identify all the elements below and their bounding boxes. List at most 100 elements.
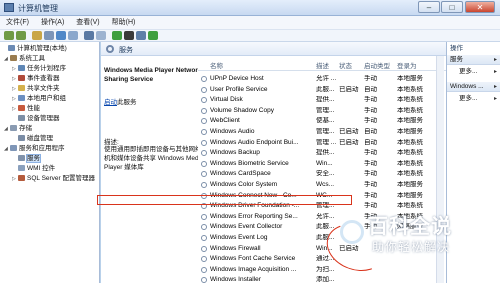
tree-item-computer-management[interactable]: 计算机管理(本地)	[2, 44, 67, 53]
sql-icon	[18, 175, 25, 181]
tree-item-storage[interactable]: ◢ 存储	[4, 124, 32, 133]
tree-item-sql-server[interactable]: ▷ SQL Server 配置管理器	[12, 174, 95, 183]
start-service-link[interactable]: 启动	[104, 99, 117, 106]
properties-icon[interactable]	[44, 31, 54, 40]
window-title: 计算机管理	[18, 4, 58, 13]
table-row[interactable]: UPnP Device Host 允许 ... 手动 本地服务	[198, 75, 446, 83]
table-row[interactable]: User Profile Service 此服... 已启动 自动 本地系统	[198, 86, 446, 94]
table-row[interactable]: WebClient 使基... 手动 本地服务	[198, 117, 446, 125]
pause-service-icon[interactable]	[136, 31, 146, 40]
cell-desc: 管理...	[316, 106, 335, 114]
actions-section-services[interactable]: 服务 ▸	[447, 55, 500, 65]
actions-header: 操作	[450, 45, 463, 52]
refresh-icon[interactable]	[56, 31, 66, 40]
stop-service-icon[interactable]	[124, 31, 134, 40]
service-gear-icon	[201, 118, 207, 125]
wmi-icon	[18, 165, 25, 171]
close-button[interactable]: ✕	[465, 1, 495, 13]
column-status[interactable]: 状态	[339, 62, 352, 71]
disk-icon	[18, 135, 25, 141]
collapse-arrow-icon[interactable]: ▸	[494, 55, 497, 65]
cell-logon: 本地系统	[397, 96, 423, 104]
collapse-arrow-icon[interactable]: ▸	[494, 82, 497, 92]
minimize-button[interactable]: –	[418, 1, 440, 13]
back-icon[interactable]	[4, 31, 14, 40]
table-row[interactable]: Windows Image Acquisition ... 为扫...	[198, 266, 446, 274]
column-startup-type[interactable]: 启动类型	[364, 62, 390, 71]
table-row[interactable]: Windows Biometric Service Win... 手动 本地系统	[198, 160, 446, 168]
cell-startup: 手动	[364, 170, 377, 178]
cell-startup: 手动	[364, 96, 377, 104]
tree-item-local-users[interactable]: ▷ 本地用户和组	[12, 94, 66, 103]
description-panel: Windows Media Player Network Sharing Ser…	[101, 56, 215, 283]
tree-item-services[interactable]: 服务	[12, 154, 41, 163]
cell-desc: 使基...	[316, 117, 335, 125]
forward-icon[interactable]	[16, 31, 26, 40]
tree-item-wmi-control[interactable]: WMI 控件	[12, 164, 55, 173]
table-row[interactable]: Volume Shadow Copy 管理... 手动 本地系统	[198, 107, 446, 115]
table-row[interactable]: Windows Backup 提供... 手动 本地系统	[198, 149, 446, 157]
title-bar: 计算机管理 – □ ✕	[0, 0, 500, 16]
cell-name: User Profile Service	[210, 85, 268, 93]
service-gear-icon	[201, 86, 207, 93]
table-row[interactable]: Windows Audio 管理... 已启动 自动 本地服务	[198, 128, 446, 136]
service-gear-icon	[201, 171, 207, 178]
cell-name: Windows Backup	[210, 149, 260, 157]
actions-more-services[interactable]: 更多... ▸	[447, 67, 500, 77]
menu-bar: 文件(F) 操作(A) 查看(V) 帮助(H)	[0, 16, 500, 30]
column-description[interactable]: 描述	[316, 62, 329, 71]
device-icon	[18, 115, 25, 121]
cell-desc: 管理...	[316, 128, 335, 135]
cell-startup: 手动	[364, 106, 377, 114]
tree-item-performance[interactable]: ▷ 性能	[12, 104, 40, 113]
navigation-tree: 计算机管理(本地) ◢ 系统工具 ▷ 任务计划程序 ▷ 事件查看器 ▷ 共享文件夹 ▷ 本…	[0, 42, 100, 283]
cell-name: WebClient	[210, 117, 240, 125]
cell-startup: 自动	[364, 138, 377, 146]
cell-logon: 本地系统	[397, 138, 423, 146]
actions-section-windows[interactable]: Windows ... ▸	[447, 82, 500, 92]
menu-help[interactable]: 帮助(H)	[106, 16, 142, 30]
cell-name: Windows Audio	[210, 128, 255, 135]
cell-name: Windows Color System	[210, 181, 278, 188]
tree-item-shared-folders[interactable]: ▷ 共享文件夹	[12, 84, 60, 93]
tree-item-device-manager[interactable]: 设备管理器	[12, 114, 60, 123]
table-row[interactable]: Windows Audio Endpoint Bui... 管理 ... 已启动 自动…	[198, 139, 446, 147]
cell-status: 已启动	[339, 85, 359, 93]
service-gear-icon	[201, 160, 207, 167]
cell-desc: 允许 ...	[316, 75, 337, 82]
toolbar	[0, 30, 500, 42]
gear-icon	[106, 45, 114, 53]
menu-view[interactable]: 查看(V)	[70, 16, 105, 30]
restart-service-icon[interactable]	[148, 31, 158, 40]
table-row[interactable]: Virtual Disk 提供... 手动 本地系统	[198, 96, 446, 104]
maximize-button[interactable]: □	[441, 1, 463, 13]
help-icon[interactable]	[84, 31, 94, 40]
tools-icon	[10, 55, 17, 61]
column-logon-as[interactable]: 登录为	[397, 62, 417, 71]
table-row[interactable]: Windows Installer 添加...	[198, 276, 446, 283]
column-name[interactable]: 名称	[210, 62, 223, 71]
tree-item-event-viewer[interactable]: ▷ 事件查看器	[12, 74, 60, 83]
export-icon[interactable]	[68, 31, 78, 40]
menu-action[interactable]: 操作(A)	[35, 16, 70, 30]
cell-name: Windows Firewall	[210, 244, 261, 252]
tree-item-disk-management[interactable]: 磁盘管理	[12, 134, 53, 143]
tree-item-task-scheduler[interactable]: ▷ 任务计划程序	[12, 64, 66, 73]
perf-icon	[18, 105, 25, 111]
selected-service-title: Windows Media Player Network Sharing Ser…	[104, 67, 202, 83]
table-row[interactable]: Windows Color System Wcs... 手动 本地服务	[198, 181, 446, 189]
watermark-subtitle: 助你轻松解决	[372, 240, 451, 254]
table-row[interactable]: Windows CardSpace 安全... 手动 本地系统	[198, 170, 446, 178]
menu-file[interactable]: 文件(F)	[0, 16, 35, 30]
highlight-box	[97, 195, 352, 205]
actions-more-windows[interactable]: 更多... ▸	[447, 94, 500, 104]
event-icon	[18, 75, 25, 81]
folder-up-icon[interactable]	[32, 31, 42, 40]
cell-desc: 管理 ...	[316, 138, 337, 146]
tree-item-system-tools[interactable]: ◢ 系统工具	[4, 54, 45, 63]
tree-item-services-and-apps[interactable]: ◢ 服务和应用程序	[4, 144, 65, 153]
start-service-icon[interactable]	[112, 31, 122, 40]
service-gear-icon	[201, 150, 207, 157]
service-gear-icon	[201, 266, 207, 273]
show-hide-icon[interactable]	[96, 31, 106, 40]
